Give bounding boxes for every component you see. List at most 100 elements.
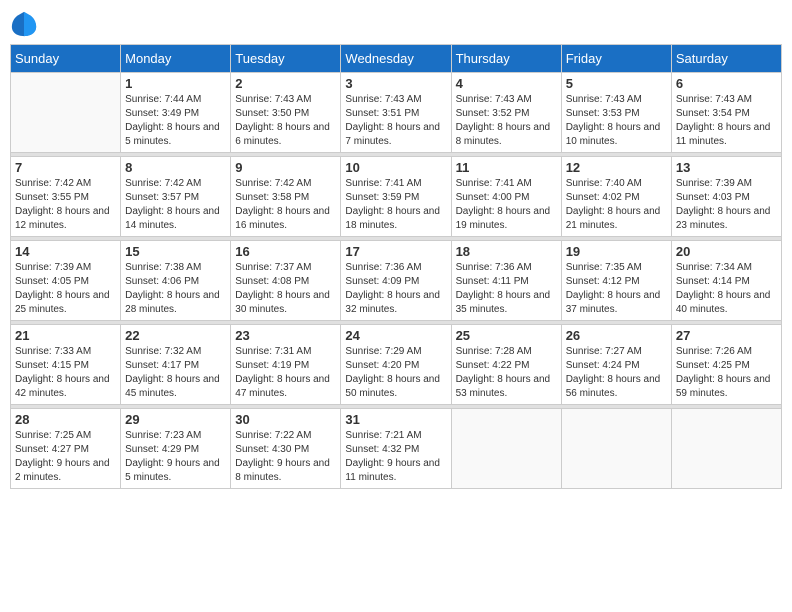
calendar-day-cell: 16 Sunrise: 7:37 AMSunset: 4:08 PMDayligh… bbox=[231, 241, 341, 321]
calendar-day-cell: 25 Sunrise: 7:28 AMSunset: 4:22 PMDayligh… bbox=[451, 325, 561, 405]
calendar-week-row: 7 Sunrise: 7:42 AMSunset: 3:55 PMDaylight… bbox=[11, 157, 782, 237]
day-info: Sunrise: 7:36 AMSunset: 4:11 PMDaylight:… bbox=[456, 261, 557, 317]
day-number: 6 bbox=[676, 76, 777, 91]
day-number: 7 bbox=[15, 160, 116, 175]
day-info: Sunrise: 7:43 AMSunset: 3:52 PMDaylight:… bbox=[456, 93, 557, 149]
day-number: 11 bbox=[456, 160, 557, 175]
calendar-day-header: Thursday bbox=[451, 45, 561, 73]
calendar-table: SundayMondayTuesdayWednesdayThursdayFrid… bbox=[10, 44, 782, 489]
day-number: 1 bbox=[125, 76, 226, 91]
day-number: 21 bbox=[15, 328, 116, 343]
day-info: Sunrise: 7:43 AMSunset: 3:53 PMDaylight:… bbox=[566, 93, 667, 149]
day-info: Sunrise: 7:34 AMSunset: 4:14 PMDaylight:… bbox=[676, 261, 777, 317]
day-info: Sunrise: 7:42 AMSunset: 3:58 PMDaylight:… bbox=[235, 177, 336, 233]
calendar-day-cell: 14 Sunrise: 7:39 AMSunset: 4:05 PMDayligh… bbox=[11, 241, 121, 321]
day-number: 14 bbox=[15, 244, 116, 259]
day-number: 10 bbox=[345, 160, 446, 175]
day-info: Sunrise: 7:41 AMSunset: 4:00 PMDaylight:… bbox=[456, 177, 557, 233]
calendar-day-cell: 18 Sunrise: 7:36 AMSunset: 4:11 PMDayligh… bbox=[451, 241, 561, 321]
day-info: Sunrise: 7:23 AMSunset: 4:29 PMDaylight:… bbox=[125, 429, 226, 485]
day-info: Sunrise: 7:33 AMSunset: 4:15 PMDaylight:… bbox=[15, 345, 116, 401]
calendar-day-header: Monday bbox=[121, 45, 231, 73]
day-number: 28 bbox=[15, 412, 116, 427]
day-number: 25 bbox=[456, 328, 557, 343]
day-info: Sunrise: 7:27 AMSunset: 4:24 PMDaylight:… bbox=[566, 345, 667, 401]
day-number: 15 bbox=[125, 244, 226, 259]
calendar-day-cell: 23Sunrise: 7:31 AMSunset: 4:19 PMDayligh… bbox=[231, 325, 341, 405]
day-number: 8 bbox=[125, 160, 226, 175]
logo bbox=[10, 10, 42, 38]
calendar-day-cell bbox=[561, 409, 671, 489]
calendar-week-row: 28 Sunrise: 7:25 AMSunset: 4:27 PMDayligh… bbox=[11, 409, 782, 489]
day-info: Sunrise: 7:26 AMSunset: 4:25 PMDaylight:… bbox=[676, 345, 777, 401]
day-info: Sunrise: 7:43 AMSunset: 3:50 PMDaylight:… bbox=[235, 93, 336, 149]
day-number: 5 bbox=[566, 76, 667, 91]
day-info: Sunrise: 7:42 AMSunset: 3:57 PMDaylight:… bbox=[125, 177, 226, 233]
calendar-day-cell: 5 Sunrise: 7:43 AMSunset: 3:53 PMDaylight… bbox=[561, 73, 671, 153]
day-number: 13 bbox=[676, 160, 777, 175]
day-number: 9 bbox=[235, 160, 336, 175]
calendar-day-cell bbox=[671, 409, 781, 489]
day-number: 16 bbox=[235, 244, 336, 259]
calendar-day-cell bbox=[451, 409, 561, 489]
day-info: Sunrise: 7:39 AMSunset: 4:05 PMDaylight:… bbox=[15, 261, 116, 317]
calendar-week-row: 14 Sunrise: 7:39 AMSunset: 4:05 PMDayligh… bbox=[11, 241, 782, 321]
calendar-day-cell: 8 Sunrise: 7:42 AMSunset: 3:57 PMDaylight… bbox=[121, 157, 231, 237]
calendar-header-row: SundayMondayTuesdayWednesdayThursdayFrid… bbox=[11, 45, 782, 73]
calendar-day-cell: 1 Sunrise: 7:44 AMSunset: 3:49 PMDaylight… bbox=[121, 73, 231, 153]
calendar-body: 1 Sunrise: 7:44 AMSunset: 3:49 PMDaylight… bbox=[11, 73, 782, 489]
day-info: Sunrise: 7:37 AMSunset: 4:08 PMDaylight:… bbox=[235, 261, 336, 317]
day-number: 27 bbox=[676, 328, 777, 343]
calendar-day-header: Wednesday bbox=[341, 45, 451, 73]
day-number: 3 bbox=[345, 76, 446, 91]
day-info: Sunrise: 7:43 AMSunset: 3:54 PMDaylight:… bbox=[676, 93, 777, 149]
day-number: 18 bbox=[456, 244, 557, 259]
calendar-day-header: Friday bbox=[561, 45, 671, 73]
day-info: Sunrise: 7:43 AMSunset: 3:51 PMDaylight:… bbox=[345, 93, 446, 149]
day-number: 24 bbox=[345, 328, 446, 343]
day-info: Sunrise: 7:32 AMSunset: 4:17 PMDaylight:… bbox=[125, 345, 226, 401]
calendar-day-cell bbox=[11, 73, 121, 153]
day-info: Sunrise: 7:22 AMSunset: 4:30 PMDaylight:… bbox=[235, 429, 336, 485]
calendar-week-row: 1 Sunrise: 7:44 AMSunset: 3:49 PMDaylight… bbox=[11, 73, 782, 153]
day-info: Sunrise: 7:36 AMSunset: 4:09 PMDaylight:… bbox=[345, 261, 446, 317]
calendar-day-cell: 20Sunrise: 7:34 AMSunset: 4:14 PMDayligh… bbox=[671, 241, 781, 321]
day-info: Sunrise: 7:35 AMSunset: 4:12 PMDaylight:… bbox=[566, 261, 667, 317]
day-number: 17 bbox=[345, 244, 446, 259]
calendar-day-cell: 11 Sunrise: 7:41 AMSunset: 4:00 PMDayligh… bbox=[451, 157, 561, 237]
calendar-day-cell: 19 Sunrise: 7:35 AMSunset: 4:12 PMDayligh… bbox=[561, 241, 671, 321]
page-header bbox=[10, 10, 782, 38]
calendar-day-cell: 21 Sunrise: 7:33 AMSunset: 4:15 PMDayligh… bbox=[11, 325, 121, 405]
day-info: Sunrise: 7:42 AMSunset: 3:55 PMDaylight:… bbox=[15, 177, 116, 233]
calendar-day-cell: 28 Sunrise: 7:25 AMSunset: 4:27 PMDayligh… bbox=[11, 409, 121, 489]
calendar-day-cell: 12Sunrise: 7:40 AMSunset: 4:02 PMDayligh… bbox=[561, 157, 671, 237]
calendar-day-cell: 30 Sunrise: 7:22 AMSunset: 4:30 PMDayligh… bbox=[231, 409, 341, 489]
calendar-week-row: 21 Sunrise: 7:33 AMSunset: 4:15 PMDayligh… bbox=[11, 325, 782, 405]
day-info: Sunrise: 7:28 AMSunset: 4:22 PMDaylight:… bbox=[456, 345, 557, 401]
calendar-day-cell: 6 Sunrise: 7:43 AMSunset: 3:54 PMDaylight… bbox=[671, 73, 781, 153]
day-info: Sunrise: 7:44 AMSunset: 3:49 PMDaylight:… bbox=[125, 93, 226, 149]
calendar-day-header: Saturday bbox=[671, 45, 781, 73]
calendar-day-cell: 13 Sunrise: 7:39 AMSunset: 4:03 PMDayligh… bbox=[671, 157, 781, 237]
day-info: Sunrise: 7:40 AMSunset: 4:02 PMDaylight:… bbox=[566, 177, 667, 233]
calendar-day-cell: 15 Sunrise: 7:38 AMSunset: 4:06 PMDayligh… bbox=[121, 241, 231, 321]
day-number: 22 bbox=[125, 328, 226, 343]
calendar-day-cell: 31Sunrise: 7:21 AMSunset: 4:32 PMDayligh… bbox=[341, 409, 451, 489]
day-info: Sunrise: 7:25 AMSunset: 4:27 PMDaylight:… bbox=[15, 429, 116, 485]
day-info: Sunrise: 7:39 AMSunset: 4:03 PMDaylight:… bbox=[676, 177, 777, 233]
day-number: 19 bbox=[566, 244, 667, 259]
day-number: 23 bbox=[235, 328, 336, 343]
calendar-day-header: Sunday bbox=[11, 45, 121, 73]
calendar-day-cell: 29Sunrise: 7:23 AMSunset: 4:29 PMDayligh… bbox=[121, 409, 231, 489]
day-number: 30 bbox=[235, 412, 336, 427]
calendar-day-cell: 26Sunrise: 7:27 AMSunset: 4:24 PMDayligh… bbox=[561, 325, 671, 405]
calendar-day-cell: 4Sunrise: 7:43 AMSunset: 3:52 PMDaylight… bbox=[451, 73, 561, 153]
calendar-day-cell: 9 Sunrise: 7:42 AMSunset: 3:58 PMDaylight… bbox=[231, 157, 341, 237]
calendar-day-header: Tuesday bbox=[231, 45, 341, 73]
calendar-day-cell: 27 Sunrise: 7:26 AMSunset: 4:25 PMDayligh… bbox=[671, 325, 781, 405]
day-number: 31 bbox=[345, 412, 446, 427]
calendar-day-cell: 10Sunrise: 7:41 AMSunset: 3:59 PMDayligh… bbox=[341, 157, 451, 237]
day-info: Sunrise: 7:29 AMSunset: 4:20 PMDaylight:… bbox=[345, 345, 446, 401]
calendar-day-cell: 22 Sunrise: 7:32 AMSunset: 4:17 PMDayligh… bbox=[121, 325, 231, 405]
day-info: Sunrise: 7:38 AMSunset: 4:06 PMDaylight:… bbox=[125, 261, 226, 317]
